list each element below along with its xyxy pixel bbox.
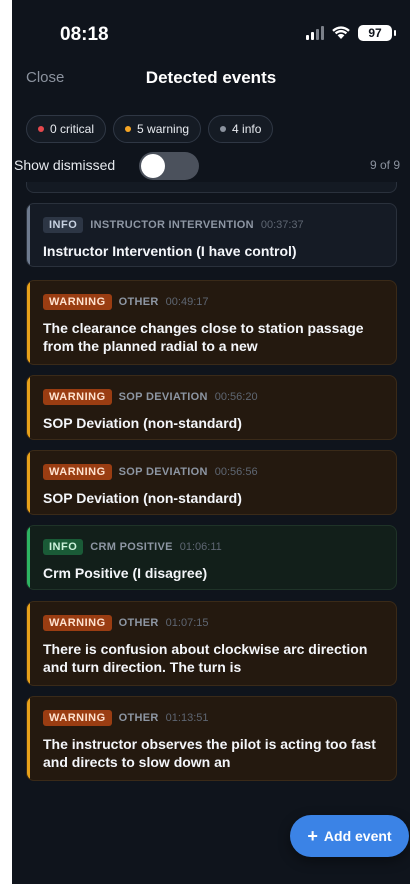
event-card[interactable]: WARNING SOP DEVIATION 00:56:20 SOP Deviatio… [26, 375, 397, 440]
event-card[interactable]: INFO CRM POSITIVE 01:06:11 Crm Positive (I … [26, 525, 397, 590]
event-card[interactable]: WARNING OTHER 01:13:51 The instructor obser… [26, 696, 397, 781]
event-meta: WARNING OTHER 01:13:51 [43, 709, 384, 727]
status-bar: 08:18 97 [12, 0, 410, 60]
event-meta: INFO INSTRUCTOR INTERVENTION 00:37:37 [43, 216, 384, 234]
wifi-icon [332, 26, 350, 39]
filter-chip[interactable]: 4 info [208, 115, 274, 143]
event-meta: INFO CRM POSITIVE 01:06:11 [43, 538, 384, 556]
show-dismissed-row: Show dismissed 9 of 9 [12, 150, 410, 182]
show-dismissed-label: Show dismissed [14, 157, 116, 173]
event-timestamp: 00:56:20 [214, 391, 258, 403]
severity-dot-icon [125, 126, 132, 132]
severity-bar [27, 526, 30, 589]
event-category: SOP DEVIATION [118, 466, 208, 478]
event-timestamp: 00:56:56 [214, 466, 258, 478]
event-category: INSTRUCTOR INTERVENTION [90, 219, 254, 231]
status-time: 08:18 [60, 24, 109, 45]
severity-badge: WARNING [43, 294, 112, 310]
event-card[interactable]: WARNING OTHER 01:07:15 There is confusion a… [26, 601, 397, 686]
severity-bar [27, 204, 30, 266]
event-card[interactable]: WARNING SOP DEVIATION 00:56:56 SOP Deviatio… [26, 450, 397, 515]
filter-chip-label: 4 info [232, 122, 262, 136]
signal-icon [306, 26, 324, 40]
filter-chip-label: 5 warning [137, 122, 190, 136]
severity-badge: WARNING [43, 615, 112, 631]
event-category: SOP DEVIATION [118, 391, 208, 403]
event-category: OTHER [118, 617, 159, 629]
event-meta: WARNING OTHER 01:07:15 [43, 614, 384, 632]
filter-chip-label: 0 critical [50, 122, 95, 136]
event-title: SOP Deviation (non-standard) [43, 490, 242, 506]
add-event-label: Add event [323, 828, 392, 844]
event-timestamp: 00:37:37 [260, 219, 304, 231]
toggle-knob [141, 154, 165, 178]
event-title: There is confusion about clockwise arc d… [43, 641, 368, 675]
filter-chip[interactable]: 0 critical [26, 115, 107, 143]
event-card[interactable]: WARNING OTHER 00:49:17 The clearance change… [26, 280, 397, 365]
event-timestamp: 01:07:15 [165, 617, 209, 629]
event-timestamp: 01:06:11 [179, 541, 222, 553]
phone-screen: 08:18 97 Close Detected events 0 critica… [12, 0, 410, 884]
event-category: OTHER [118, 712, 159, 724]
event-meta: WARNING SOP DEVIATION 00:56:56 [43, 463, 384, 481]
page-title: Detected events [145, 68, 277, 87]
status-icons: 97 [306, 25, 396, 41]
severity-filters: 0 critical 5 warning 4 info [26, 115, 274, 143]
event-timestamp: 01:13:51 [165, 712, 209, 724]
severity-dot-icon [38, 126, 44, 132]
event-title: SOP Deviation (non-standard) [43, 415, 242, 431]
nav-header: Close Detected events [12, 60, 410, 100]
severity-bar [27, 281, 30, 364]
severity-bar [27, 376, 30, 439]
show-dismissed-toggle[interactable] [139, 152, 199, 180]
severity-dot-icon [220, 126, 227, 132]
event-title: The clearance changes close to station p… [43, 320, 364, 354]
filter-chip[interactable]: 5 warning [113, 115, 202, 143]
event-card[interactable]: INFO INSTRUCTOR INTERVENTION 00:37:37 Instr… [26, 203, 397, 267]
event-category: CRM POSITIVE [90, 541, 173, 553]
event-category: OTHER [118, 296, 159, 308]
severity-bar [27, 697, 30, 780]
event-title: The instructor observes the pilot is act… [43, 736, 376, 770]
event-timestamp: 00:49:17 [165, 296, 209, 308]
severity-badge: INFO [43, 539, 84, 555]
event-meta: WARNING OTHER 00:49:17 [43, 293, 384, 311]
plus-icon: + [307, 825, 318, 846]
battery-icon: 97 [358, 25, 396, 41]
event-title: Crm Positive (I disagree) [43, 565, 208, 581]
severity-badge: WARNING [43, 464, 112, 480]
event-list: INFO INSTRUCTOR INTERVENTION 00:37:37 Instr… [12, 182, 410, 884]
severity-badge: WARNING [43, 710, 112, 726]
severity-bar [27, 451, 30, 514]
list-item-partial[interactable] [26, 182, 397, 193]
add-event-button[interactable]: + Add event [290, 815, 409, 857]
severity-badge: INFO [43, 217, 84, 233]
event-title: Instructor Intervention (I have control) [43, 243, 297, 259]
severity-bar [27, 602, 30, 685]
severity-badge: WARNING [43, 389, 112, 405]
event-meta: WARNING SOP DEVIATION 00:56:20 [43, 388, 384, 406]
event-count: 9 of 9 [369, 158, 400, 172]
